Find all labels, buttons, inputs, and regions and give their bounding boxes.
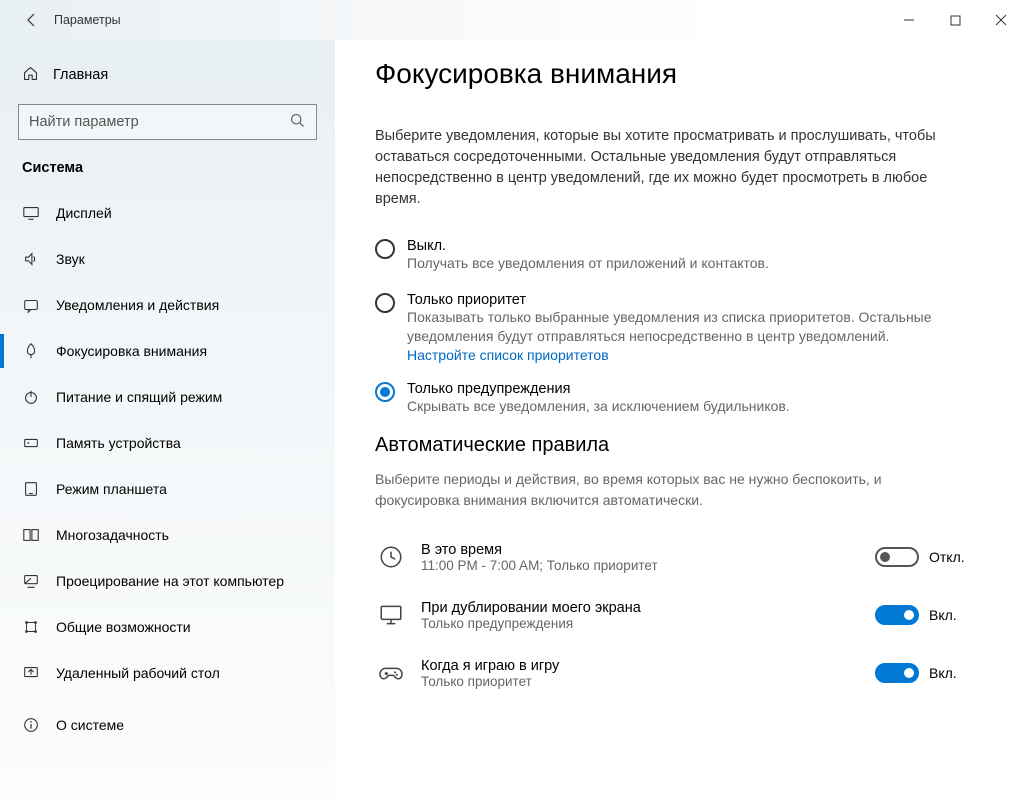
radio-desc: Скрывать все уведомления, за исключением… <box>407 397 790 417</box>
sidebar-item-label: Фокусировка внимания <box>56 343 207 359</box>
sidebar-item-sound[interactable]: Звук <box>0 236 335 282</box>
radio-alarms[interactable]: Только предупреждения Скрывать все уведо… <box>375 381 975 417</box>
sidebar-home[interactable]: Главная <box>0 52 335 98</box>
sidebar-item-label: Уведомления и действия <box>56 297 219 313</box>
auto-rules-desc: Выберите периоды и действия, во время ко… <box>375 469 955 510</box>
gamepad-icon <box>375 657 407 689</box>
window-controls <box>886 0 1024 40</box>
auto-rules-title: Автоматические правила <box>375 434 1024 457</box>
radio-icon <box>375 382 395 402</box>
multitask-icon <box>22 526 40 544</box>
radio-priority[interactable]: Только приоритет Показывать только выбра… <box>375 292 975 363</box>
titlebar: Параметры <box>0 0 1024 40</box>
sidebar-item-focus[interactable]: Фокусировка внимания <box>0 328 335 374</box>
sidebar-item-label: Режим планшета <box>56 481 167 497</box>
tablet-icon <box>22 480 40 498</box>
notifications-icon <box>22 296 40 314</box>
focus-mode-radios: Выкл. Получать все уведомления от прилож… <box>375 238 975 416</box>
sidebar-item-notifications[interactable]: Уведомления и действия <box>0 282 335 328</box>
sidebar-item-label: Общие возможности <box>56 619 191 635</box>
sidebar-item-label: Память устройства <box>56 435 181 451</box>
sidebar-item-label: Многозадачность <box>56 527 169 543</box>
radio-label: Выкл. <box>407 238 769 254</box>
search-box[interactable] <box>18 104 317 140</box>
rule-toggle-label: Вкл. <box>929 607 957 623</box>
sidebar-home-label: Главная <box>53 67 108 83</box>
sidebar-item-shared[interactable]: Общие возможности <box>0 604 335 650</box>
remote-icon <box>22 664 40 682</box>
sidebar-item-tablet[interactable]: Режим планшета <box>0 466 335 512</box>
rule-sub: 11:00 PM - 7:00 AM; Только приоритет <box>421 558 861 573</box>
search-icon <box>289 112 306 132</box>
sidebar-item-label: О системе <box>56 717 124 733</box>
rule-toggle[interactable] <box>875 605 919 625</box>
info-icon <box>22 716 40 734</box>
sidebar-item-storage[interactable]: Память устройства <box>0 420 335 466</box>
sidebar-item-label: Дисплей <box>56 205 112 221</box>
rule-title: При дублировании моего экрана <box>421 600 861 616</box>
radio-label: Только предупреждения <box>407 381 790 397</box>
rule-game[interactable]: Когда я играю в игру Только приоритет Вк… <box>375 646 995 700</box>
project-icon <box>22 572 40 590</box>
sidebar-item-label: Звук <box>56 251 85 267</box>
storage-icon <box>22 434 40 452</box>
radio-icon <box>375 239 395 259</box>
rule-time[interactable]: В это время 11:00 PM - 7:00 AM; Только п… <box>375 530 995 584</box>
sidebar-item-about[interactable]: О системе <box>0 702 335 748</box>
sound-icon <box>22 250 40 268</box>
rule-duplicate-display[interactable]: При дублировании моего экрана Только пре… <box>375 588 995 642</box>
sidebar-item-power[interactable]: Питание и спящий режим <box>0 374 335 420</box>
back-button[interactable] <box>18 6 46 34</box>
rule-toggle[interactable] <box>875 663 919 683</box>
sidebar-item-multitask[interactable]: Многозадачность <box>0 512 335 558</box>
clock-icon <box>375 541 407 573</box>
rule-title: Когда я играю в игру <box>421 658 861 674</box>
close-button[interactable] <box>978 0 1024 40</box>
maximize-button[interactable] <box>932 0 978 40</box>
shared-icon <box>22 618 40 636</box>
search-input[interactable] <box>29 114 289 130</box>
nav-list: Дисплей Звук Уведомления и действия Фоку… <box>0 190 335 748</box>
sidebar: Главная Система Дисплей Звук Уведомления… <box>0 40 335 799</box>
sidebar-item-label: Удаленный рабочий стол <box>56 665 220 681</box>
sidebar-item-label: Проецирование на этот компьютер <box>56 573 284 589</box>
power-icon <box>22 388 40 406</box>
rule-toggle-label: Откл. <box>929 549 965 565</box>
window-title: Параметры <box>54 13 121 27</box>
sidebar-item-label: Питание и спящий режим <box>56 389 222 405</box>
sidebar-section-title: Система <box>0 152 335 190</box>
radio-off[interactable]: Выкл. Получать все уведомления от прилож… <box>375 238 975 274</box>
radio-desc: Получать все уведомления от приложений и… <box>407 254 769 274</box>
sidebar-item-projecting[interactable]: Проецирование на этот компьютер <box>0 558 335 604</box>
content: Фокусировка внимания Выберите уведомлени… <box>335 40 1024 799</box>
priority-link[interactable]: Настройте список приоритетов <box>407 347 975 363</box>
sidebar-item-display[interactable]: Дисплей <box>0 190 335 236</box>
rule-sub: Только предупреждения <box>421 616 861 631</box>
monitor-icon <box>375 599 407 631</box>
home-icon <box>22 65 39 85</box>
radio-icon <box>375 293 395 313</box>
sidebar-item-remote[interactable]: Удаленный рабочий стол <box>0 650 335 696</box>
rule-toggle[interactable] <box>875 547 919 567</box>
radio-label: Только приоритет <box>407 292 975 308</box>
rule-sub: Только приоритет <box>421 674 861 689</box>
minimize-button[interactable] <box>886 0 932 40</box>
rule-title: В это время <box>421 542 861 558</box>
radio-desc: Показывать только выбранные уведомления … <box>407 308 975 347</box>
focus-icon <box>22 342 40 360</box>
display-icon <box>22 204 40 222</box>
rule-toggle-label: Вкл. <box>929 665 957 681</box>
page-title: Фокусировка внимания <box>375 58 1024 90</box>
intro-text: Выберите уведомления, которые вы хотите … <box>375 126 955 210</box>
